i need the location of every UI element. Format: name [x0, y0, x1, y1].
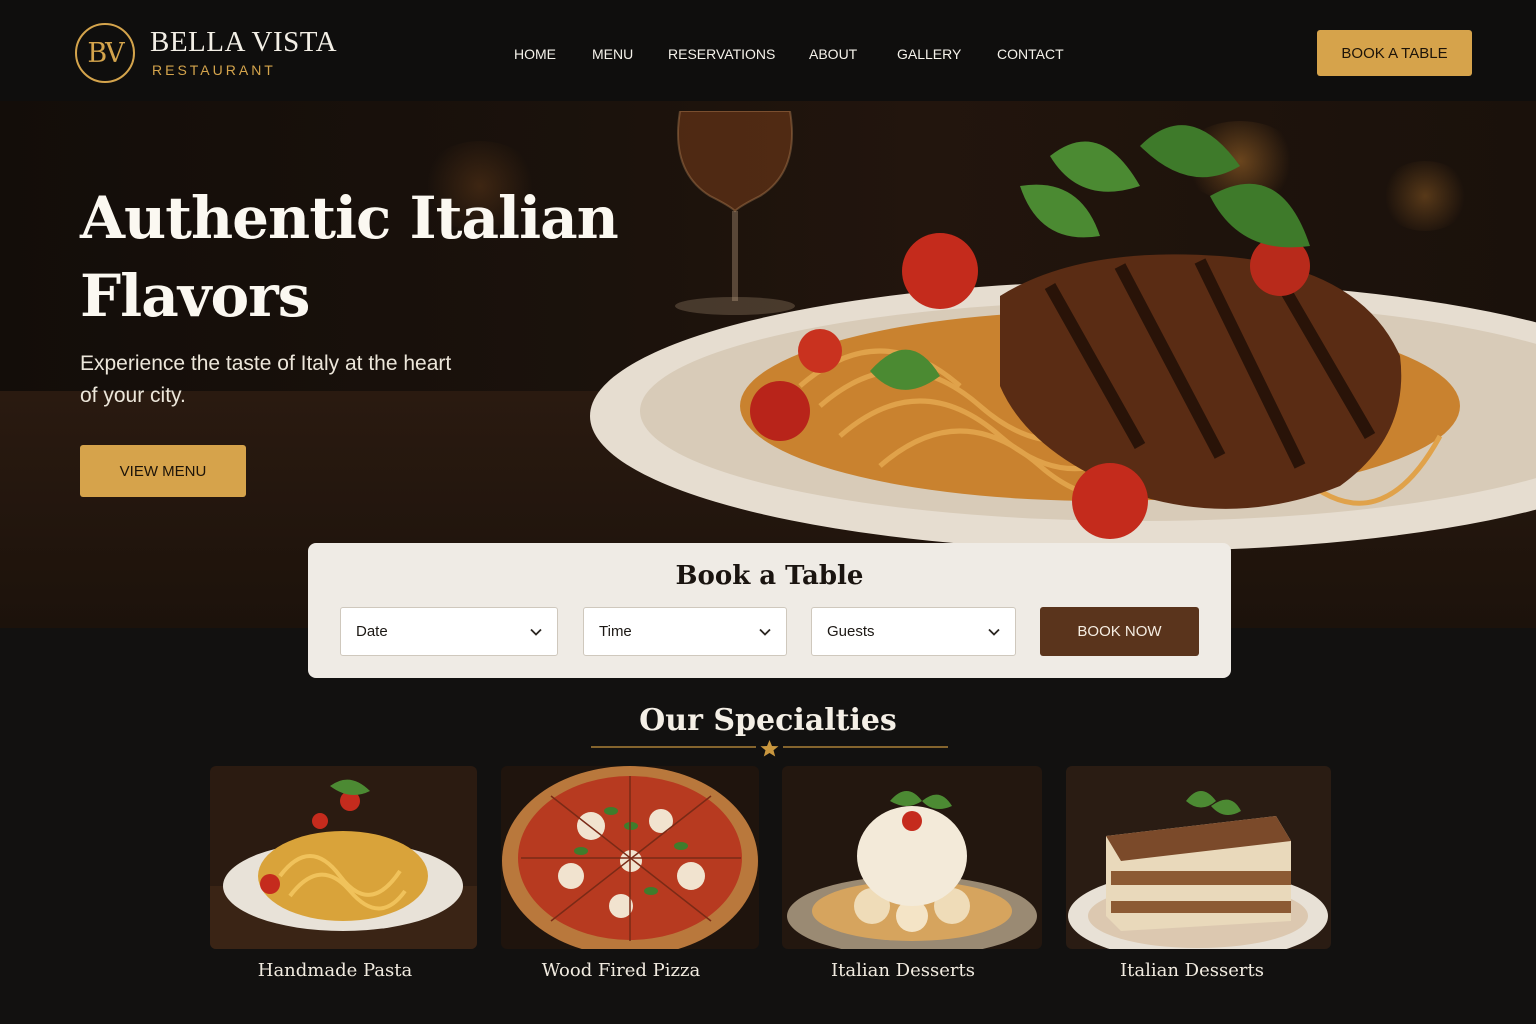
specialty-image-tiramisu[interactable]	[1066, 766, 1331, 949]
booking-panel: Book a Table Date Time Guests BOOK NOW	[308, 543, 1231, 678]
hero-title: Authentic Italian Flavors	[80, 179, 640, 335]
brand-tagline: RESTAURANT	[152, 62, 276, 78]
specialty-label: Wood Fired Pizza	[541, 960, 701, 981]
nav-item-reservations[interactable]: RESERVATIONS	[668, 46, 775, 62]
view-menu-button[interactable]: VIEW MENU	[80, 445, 246, 497]
hero-title-line-1: Authentic Italian	[80, 184, 619, 252]
booking-title: Book a Table	[675, 561, 864, 591]
time-select-label: Time	[599, 623, 632, 640]
specialty-image-pizza[interactable]	[501, 766, 759, 949]
nav-item-home[interactable]: HOME	[514, 46, 556, 62]
dessert-dish-image	[782, 766, 1042, 949]
tiramisu-dish-image	[1066, 766, 1331, 949]
specialties-title: Our Specialties	[639, 703, 897, 738]
book-now-button[interactable]: BOOK NOW	[1040, 607, 1199, 656]
chevron-down-icon	[530, 628, 542, 636]
guests-select-label: Guests	[827, 623, 875, 640]
nav-item-menu[interactable]: MENU	[592, 46, 633, 62]
specialty-image-pasta[interactable]	[210, 766, 477, 949]
hero-dish-image	[590, 125, 1536, 551]
date-select-label: Date	[356, 623, 388, 640]
nav-item-contact[interactable]: CONTACT	[997, 46, 1064, 62]
hero-subtitle: Experience the taste of Italy at the hea…	[80, 352, 452, 407]
brand-name[interactable]: BELLA VISTA	[150, 26, 337, 59]
pasta-dish-image	[210, 766, 477, 949]
chevron-down-icon	[988, 628, 1000, 636]
hero-title-line-2: Flavors	[80, 262, 310, 330]
specialties-divider	[591, 740, 948, 757]
chevron-down-icon	[759, 628, 771, 636]
nav-item-gallery[interactable]: GALLERY	[897, 46, 961, 62]
pizza-dish-image	[501, 766, 759, 949]
nav-item-about[interactable]: ABOUT	[809, 46, 857, 62]
specialty-label: Italian Desserts	[1120, 960, 1264, 981]
site-header: BV BELLA VISTA RESTAURANT HOME MENU RESE…	[0, 0, 1536, 101]
date-select[interactable]: Date	[340, 607, 558, 656]
book-a-table-button[interactable]: BOOK A TABLE	[1317, 30, 1472, 76]
specialty-label: Italian Desserts	[831, 960, 975, 981]
logo-monogram[interactable]: BV	[75, 23, 135, 83]
specialty-label: Handmade Pasta	[257, 960, 413, 981]
star-icon	[760, 740, 779, 757]
guests-select[interactable]: Guests	[811, 607, 1016, 656]
time-select[interactable]: Time	[583, 607, 787, 656]
specialty-image-dessert[interactable]	[782, 766, 1042, 949]
